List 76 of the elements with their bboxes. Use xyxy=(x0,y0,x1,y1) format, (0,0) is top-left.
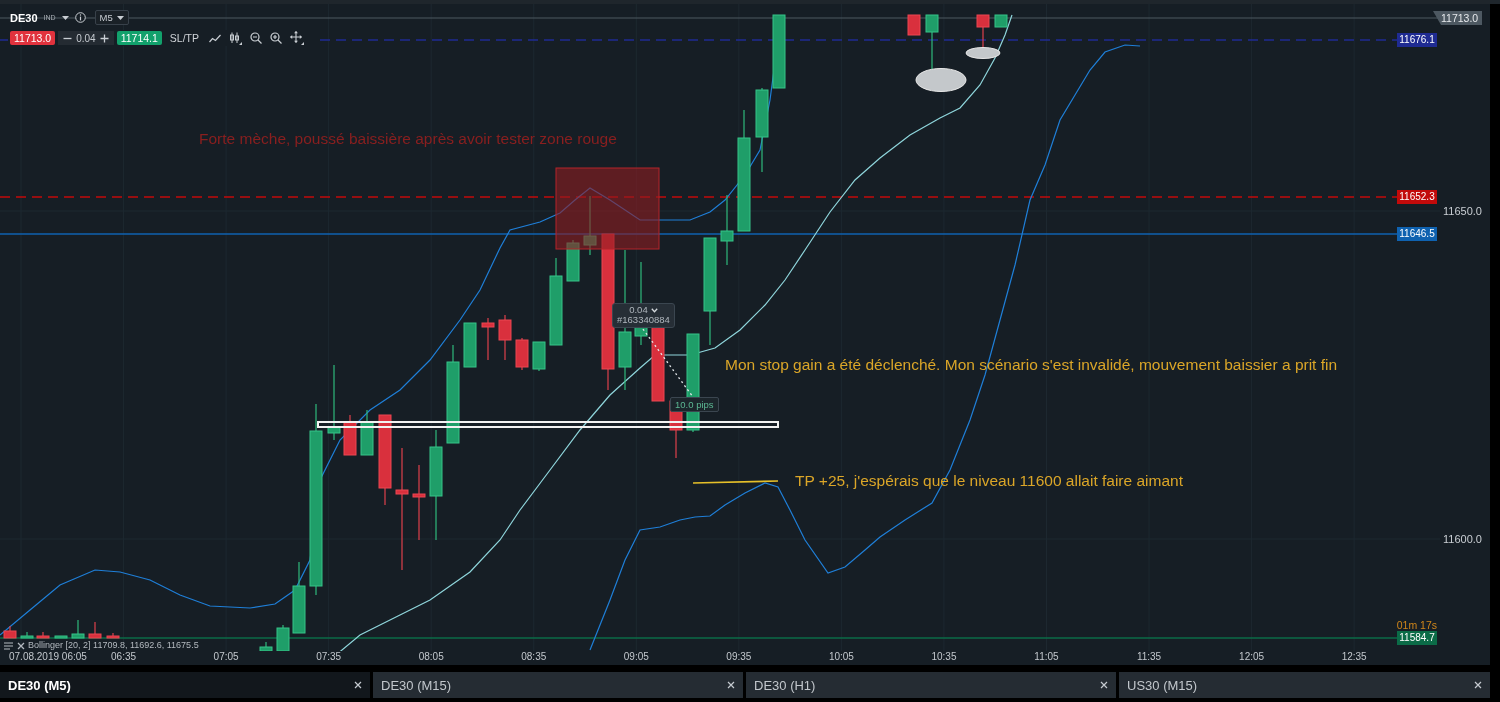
volume-value: 0.04 xyxy=(76,32,96,44)
bearish-candle xyxy=(907,14,921,36)
symbol-name[interactable]: DE30 xyxy=(10,11,38,24)
info-icon[interactable] xyxy=(74,12,86,23)
bullish-candle xyxy=(259,641,273,651)
time-label: 07.08.2019 06:05 xyxy=(9,651,87,663)
bearish-candle xyxy=(36,631,50,639)
time-label: 11:35 xyxy=(1136,651,1162,663)
price-tick-label: 11600.0 xyxy=(1443,532,1482,546)
sltp-button[interactable]: SL/TP xyxy=(169,32,200,44)
time-label: 10:35 xyxy=(931,651,957,663)
ellipse-marker xyxy=(915,68,967,92)
chevron-down-icon[interactable] xyxy=(650,307,658,313)
timeframe-dropdown[interactable]: M5 xyxy=(94,10,129,25)
time-label: 09:35 xyxy=(726,651,752,663)
ellipse-marker xyxy=(965,47,1001,59)
sell-button[interactable]: 11713.0 xyxy=(10,31,56,45)
bullish-candle xyxy=(463,322,477,368)
bearish-candle xyxy=(88,621,102,639)
bearish-candle xyxy=(481,317,495,361)
time-label: 07:05 xyxy=(213,651,239,663)
bearish-candle xyxy=(3,625,17,639)
cross-icon[interactable] xyxy=(17,641,25,650)
distance-label: 10.0 pips xyxy=(670,397,719,412)
price-label: 11646.5 xyxy=(1397,227,1437,241)
price-label: 11584.7 xyxy=(1397,631,1437,645)
time-label: 09:05 xyxy=(623,651,649,663)
time-label: 08:35 xyxy=(521,651,547,663)
time-label: 10:05 xyxy=(828,651,854,663)
bearish-candle xyxy=(515,337,529,371)
time-label: 06:35 xyxy=(111,651,137,663)
zoom-in-icon[interactable] xyxy=(270,32,283,44)
bearish-candle xyxy=(976,14,990,49)
price-label: 11676.1 xyxy=(1397,33,1437,47)
annotation-text: Forte mèche, poussé baissière après avoir tester zone rouge xyxy=(199,129,617,148)
price-tick-label: 11650.0 xyxy=(1443,204,1482,218)
bullish-candle xyxy=(20,631,34,639)
close-icon[interactable] xyxy=(1100,681,1108,689)
chart-tab[interactable]: DE30 (M15) xyxy=(373,672,743,698)
candlestick-icon[interactable] xyxy=(229,31,243,45)
countdown-timer: 01m 17s xyxy=(1396,619,1437,631)
chart-tab[interactable]: DE30 (M5) xyxy=(0,672,370,698)
price-label: 11652.3 xyxy=(1397,190,1437,204)
chart-tab[interactable]: DE30 (H1) xyxy=(746,672,1116,698)
bearish-candle xyxy=(498,314,512,361)
caret-down-icon[interactable] xyxy=(61,15,69,20)
time-label: 08:05 xyxy=(418,651,444,663)
volume-field[interactable]: 0.04 xyxy=(58,31,114,45)
indicator-legend: Bollinger [20, 2] 11709.8, 11692.6, 11675.5 xyxy=(28,641,199,650)
current-price-label: 11713.0 xyxy=(1433,11,1482,25)
time-label: 11:05 xyxy=(1034,651,1059,663)
bullish-candle xyxy=(276,624,290,651)
bullish-candle xyxy=(532,341,546,372)
time-label: 12:35 xyxy=(1341,651,1367,663)
line-chart-icon[interactable] xyxy=(209,33,222,43)
zoom-out-icon[interactable] xyxy=(250,32,263,44)
bearish-candle xyxy=(106,632,120,639)
time-label: 07:35 xyxy=(316,651,342,663)
move-icon[interactable] xyxy=(290,31,305,45)
plus-icon[interactable] xyxy=(99,33,109,43)
bullish-candle xyxy=(360,409,374,456)
trade-volume-text: 0.04 xyxy=(629,305,648,315)
chart-tab[interactable]: US30 (M15) xyxy=(1119,672,1490,698)
bullish-candle xyxy=(566,239,580,282)
bullish-candle xyxy=(994,14,1008,28)
bullish-candle xyxy=(720,194,734,266)
bullish-candle xyxy=(583,195,597,256)
close-icon[interactable] xyxy=(354,681,362,689)
bullish-candle xyxy=(54,635,68,639)
close-icon[interactable] xyxy=(727,681,735,689)
caret-down-icon xyxy=(116,15,124,20)
time-label: 12:05 xyxy=(1239,651,1265,663)
close-icon[interactable] xyxy=(1474,681,1482,689)
bullish-candle xyxy=(71,619,85,639)
trade-ticket-text: #163340884 xyxy=(617,315,670,325)
trade-label[interactable]: 0.04 #163340884 xyxy=(612,303,675,328)
